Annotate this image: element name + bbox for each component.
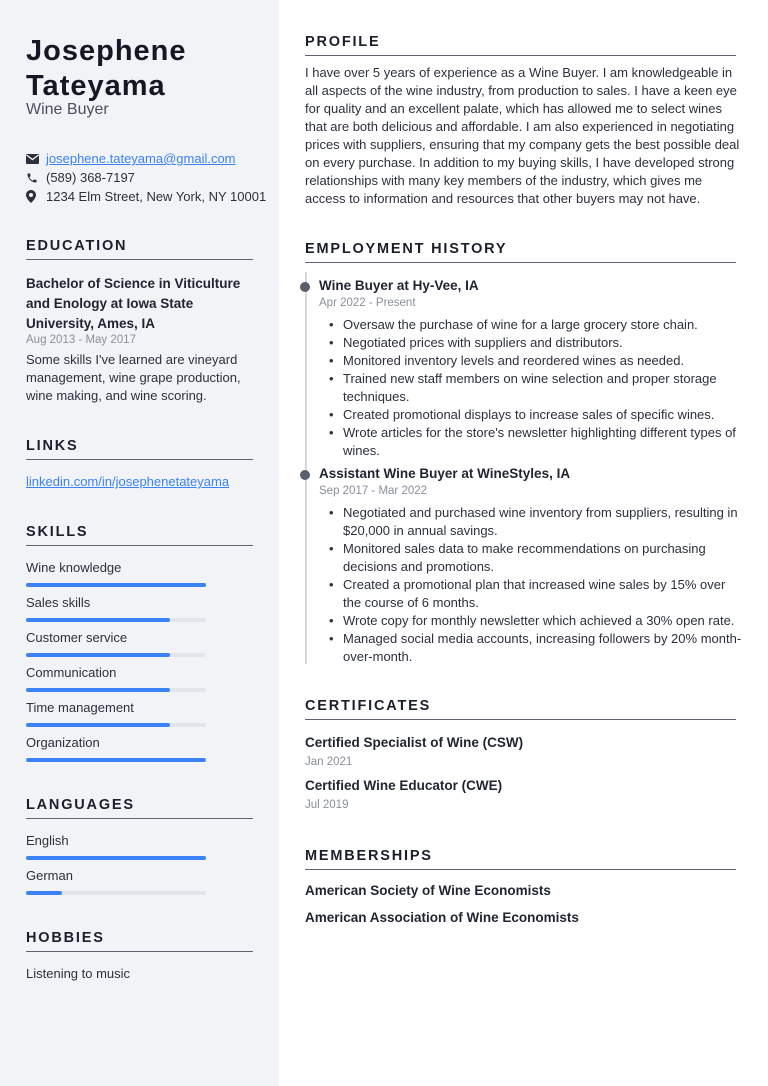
language-bar-fill	[26, 856, 206, 860]
certificates-heading: CERTIFICATES	[305, 698, 736, 720]
skill-item: Organization	[26, 735, 206, 762]
job-bullet: Wrote copy for monthly newsletter which …	[329, 612, 744, 630]
skill-bar-fill	[26, 723, 170, 727]
membership-item: American Association of Wine Economists	[305, 910, 579, 925]
skill-item: Sales skills	[26, 595, 206, 622]
job-title: Assistant Wine Buyer at WineStyles, IA	[319, 466, 571, 481]
education-dates: Aug 2013 - May 2017	[26, 334, 136, 346]
skill-bar-fill	[26, 653, 170, 657]
contact-email: josephene.tateyama@gmail.com	[26, 149, 276, 168]
skill-item: Communication	[26, 665, 206, 692]
job-dates: Sep 2017 - Mar 2022	[319, 485, 428, 497]
job-bullets: Negotiated and purchased wine inventory …	[319, 504, 744, 666]
candidate-title: Wine Buyer	[26, 101, 109, 118]
job-bullet: Created promotional displays to increase…	[329, 406, 744, 424]
address: 1234 Elm Street, New York, NY 10001	[46, 189, 267, 204]
skill-label: Wine knowledge	[26, 560, 122, 575]
certificate-item: Certified Wine Educator (CWE) Jul 2019	[305, 777, 502, 814]
job-title: Wine Buyer at Hy-Vee, IA	[319, 278, 479, 293]
education-heading: EDUCATION	[26, 238, 253, 260]
contact-address: 1234 Elm Street, New York, NY 10001	[26, 187, 276, 206]
job-bullet: Managed social media accounts, increasin…	[329, 630, 744, 666]
location-pin-icon	[26, 190, 46, 203]
job-bullets: Oversaw the purchase of wine for a large…	[319, 316, 744, 460]
job-bullet: Monitored sales data to make recommendat…	[329, 540, 744, 576]
job-bullet: Negotiated and purchased wine inventory …	[329, 504, 744, 540]
skill-bar-track	[26, 688, 206, 692]
candidate-name: Josephene Tateyama	[26, 35, 187, 102]
education-degree: Bachelor of Science in Viticulture and E…	[26, 276, 241, 331]
certificate-title: Certified Specialist of Wine (CSW)	[305, 735, 524, 750]
skill-bar-fill	[26, 618, 170, 622]
skill-item: Time management	[26, 700, 206, 727]
profile-text: I have over 5 years of experience as a W…	[305, 65, 740, 206]
language-item: German	[26, 868, 206, 895]
job-bullet: Wrote articles for the store's newslette…	[329, 424, 744, 460]
language-label: English	[26, 833, 69, 848]
skill-label: Time management	[26, 700, 134, 715]
skill-bar-track	[26, 618, 206, 622]
job-bullet: Negotiated prices with suppliers and dis…	[329, 334, 744, 352]
job-bullet: Created a promotional plan that increase…	[329, 576, 744, 612]
certificate-date: Jan 2021	[305, 756, 353, 768]
job-bullet: Trained new staff members on wine select…	[329, 370, 744, 406]
certificate-date: Jul 2019	[305, 799, 349, 811]
language-bar-track	[26, 891, 206, 895]
email-link[interactable]: josephene.tateyama@gmail.com	[46, 151, 236, 166]
job-entry: Wine Buyer at Hy-Vee, IA Apr 2022 - Pres…	[300, 277, 744, 460]
skills-heading: SKILLS	[26, 524, 253, 546]
language-item: English	[26, 833, 206, 860]
timeline-dot	[300, 282, 310, 292]
timeline-dot	[300, 470, 310, 480]
skill-bar-fill	[26, 758, 206, 762]
profile-heading: PROFILE	[305, 34, 736, 56]
skill-bar-track	[26, 723, 206, 727]
skill-item: Wine knowledge	[26, 560, 206, 587]
skill-label: Communication	[26, 665, 117, 680]
links-heading: LINKS	[26, 438, 253, 460]
job-bullet: Monitored inventory levels and reordered…	[329, 352, 744, 370]
skill-label: Sales skills	[26, 595, 91, 610]
timeline-line	[305, 272, 307, 664]
linkedin-link[interactable]: linkedin.com/in/josephenetateyama	[26, 474, 229, 489]
certificate-item: Certified Specialist of Wine (CSW) Jan 2…	[305, 734, 523, 771]
skill-bar-track	[26, 583, 206, 587]
hobbies-heading: HOBBIES	[26, 930, 253, 952]
job-bullet: Oversaw the purchase of wine for a large…	[329, 316, 744, 334]
contact-info: josephene.tateyama@gmail.com (589) 368-7…	[26, 149, 276, 206]
skill-label: Organization	[26, 735, 100, 750]
language-bar-fill	[26, 891, 62, 895]
job-entry: Assistant Wine Buyer at WineStyles, IA S…	[300, 465, 744, 666]
skill-item: Customer service	[26, 630, 206, 657]
language-bar-track	[26, 856, 206, 860]
sidebar: Josephene Tateyama Wine Buyer josephene.…	[0, 0, 279, 1086]
skill-bar-fill	[26, 688, 170, 692]
employment-heading: EMPLOYMENT HISTORY	[305, 241, 736, 263]
certificate-title: Certified Wine Educator (CWE)	[305, 778, 503, 793]
skill-bar-fill	[26, 583, 206, 587]
language-label: German	[26, 868, 73, 883]
envelope-icon	[26, 153, 46, 164]
phone-number: (589) 368-7197	[46, 170, 135, 185]
languages-heading: LANGUAGES	[26, 797, 253, 819]
memberships-heading: MEMBERSHIPS	[305, 848, 736, 870]
membership-item: American Society of Wine Economists	[305, 883, 551, 898]
skill-bar-track	[26, 653, 206, 657]
skill-bar-track	[26, 758, 206, 762]
skill-label: Customer service	[26, 630, 128, 645]
phone-icon	[26, 172, 46, 184]
contact-phone: (589) 368-7197	[26, 168, 276, 187]
job-dates: Apr 2022 - Present	[319, 297, 416, 309]
hobby-item: Listening to music	[26, 966, 131, 981]
education-description: Some skills I've learned are vineyard ma…	[26, 352, 241, 403]
